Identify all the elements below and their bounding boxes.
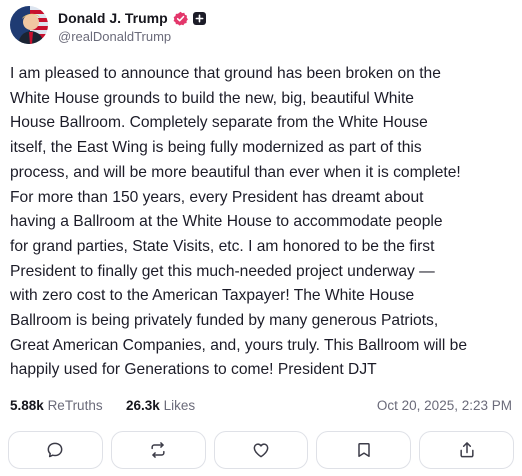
retruth-icon — [148, 440, 168, 460]
reply-button[interactable] — [8, 431, 103, 469]
author-name[interactable]: Donald J. Trump — [58, 9, 168, 27]
likes-count: 26.3k — [126, 398, 160, 413]
retruth-button[interactable] — [110, 431, 206, 469]
retruths-stat[interactable]: 5.88k ReTruths — [10, 398, 103, 413]
heart-icon — [251, 440, 271, 460]
bookmark-icon — [354, 440, 374, 460]
retruths-count: 5.88k — [10, 398, 44, 413]
author-handle[interactable]: @realDonaldTrump — [58, 29, 171, 45]
post-header: Donald J. Trump @realDonaldTrump — [10, 6, 510, 46]
post-stats: 5.88k ReTruths 26.3k Likes Oct 20, 2025,… — [10, 398, 512, 416]
likes-label: Likes — [163, 398, 196, 413]
avatar[interactable] — [10, 6, 48, 44]
share-icon — [457, 440, 477, 460]
post-text: I am pleased to announce that ground has… — [10, 65, 468, 379]
comment-icon — [45, 440, 65, 460]
share-button[interactable] — [419, 431, 514, 469]
post-timestamp[interactable]: Oct 20, 2025, 2:23 PM — [377, 398, 512, 413]
like-button[interactable] — [213, 431, 309, 469]
retruths-label: ReTruths — [47, 398, 103, 413]
action-bar — [8, 431, 514, 469]
likes-stat[interactable]: 26.3k Likes — [126, 398, 195, 413]
bookmark-button[interactable] — [316, 431, 412, 469]
verified-badge-icon — [173, 11, 188, 26]
plus-badge-icon — [192, 11, 206, 25]
